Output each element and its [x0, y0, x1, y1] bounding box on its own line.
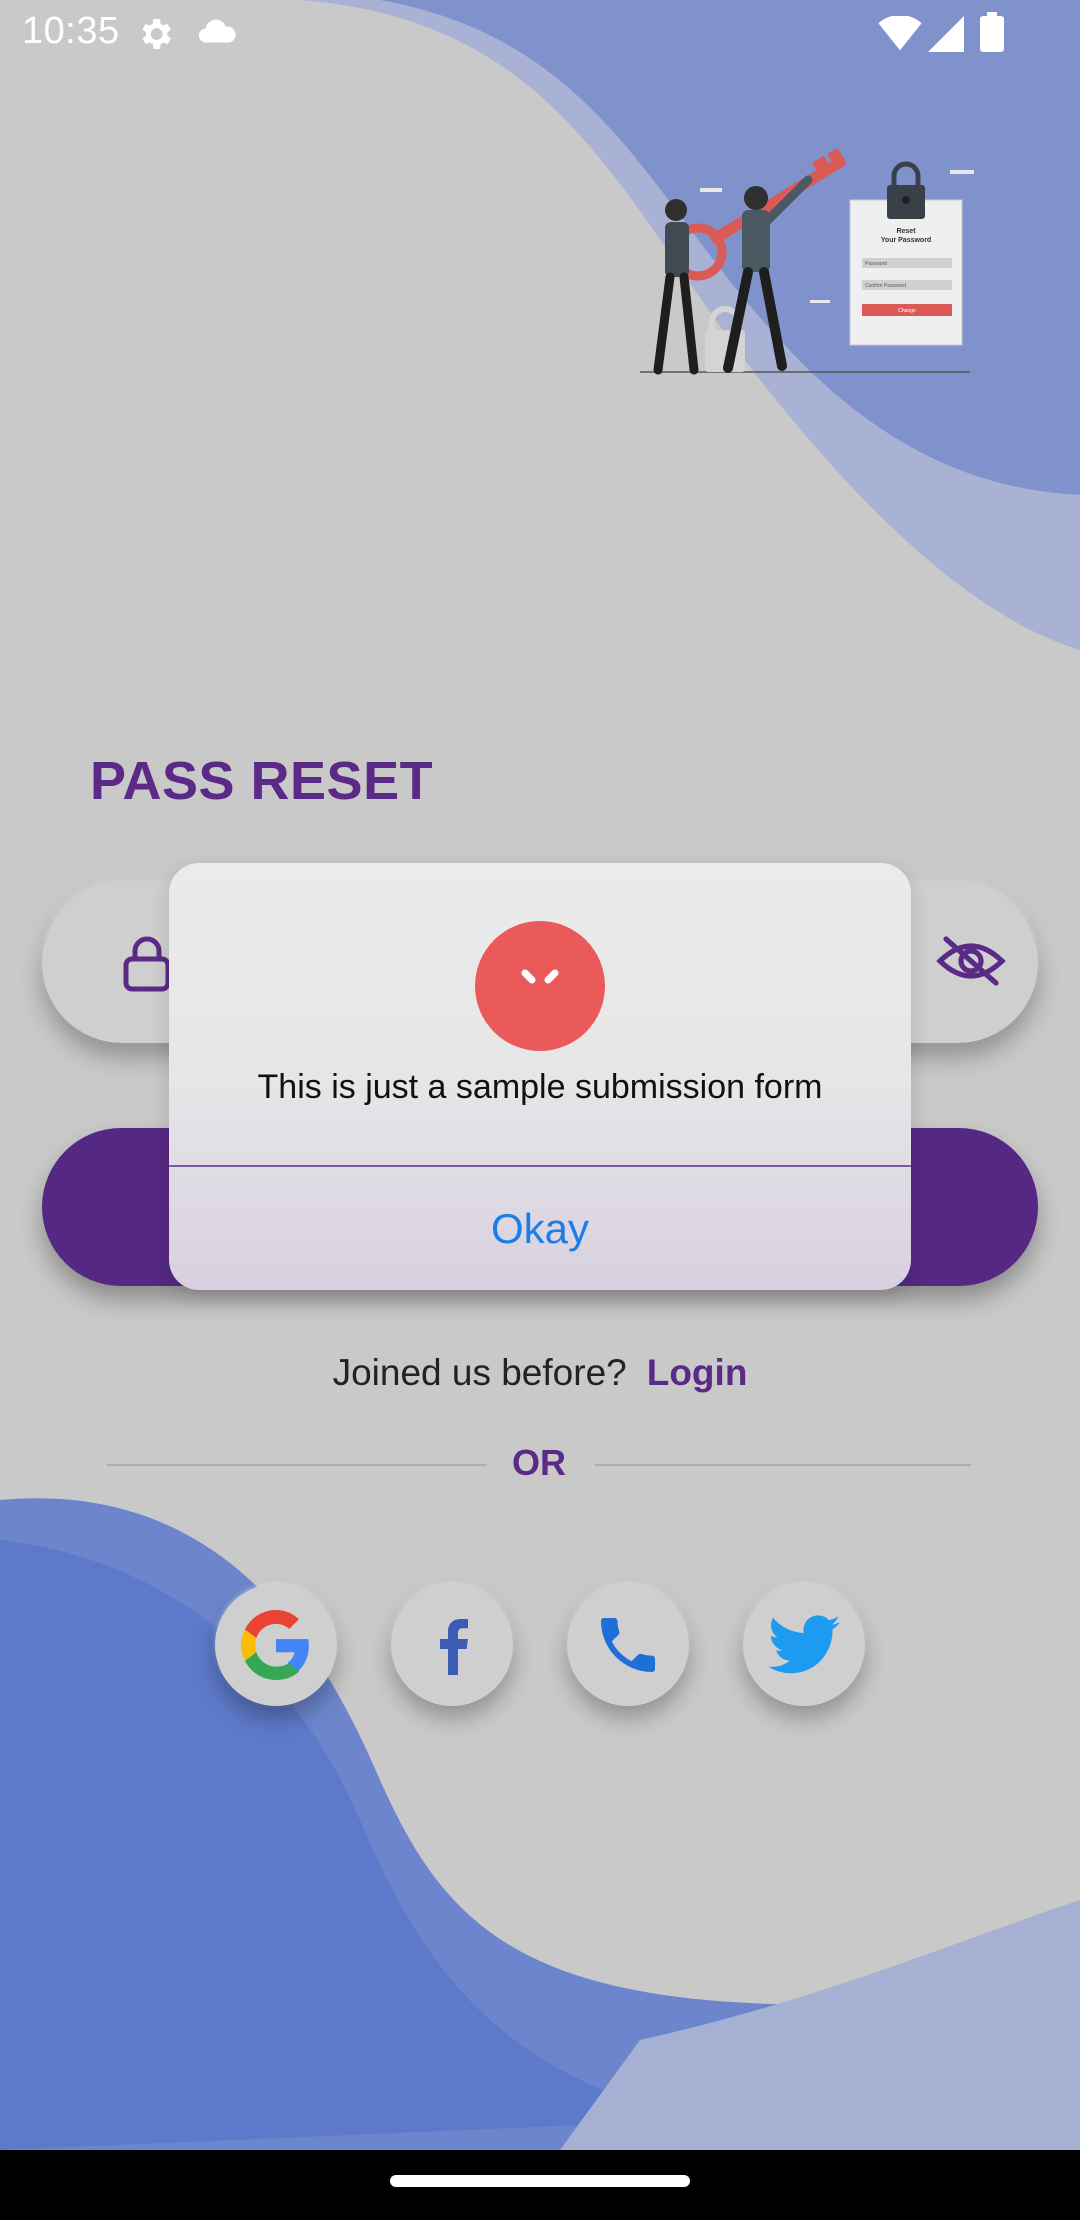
alert-dialog: This is just a sample submission form Ok…	[169, 863, 911, 1290]
dialog-message: This is just a sample submission form	[257, 1068, 823, 1106]
error-icon	[475, 921, 605, 1051]
okay-button[interactable]: Okay	[169, 1167, 911, 1290]
home-gesture-handle[interactable]	[390, 2175, 690, 2187]
error-face-icon	[521, 969, 559, 984]
